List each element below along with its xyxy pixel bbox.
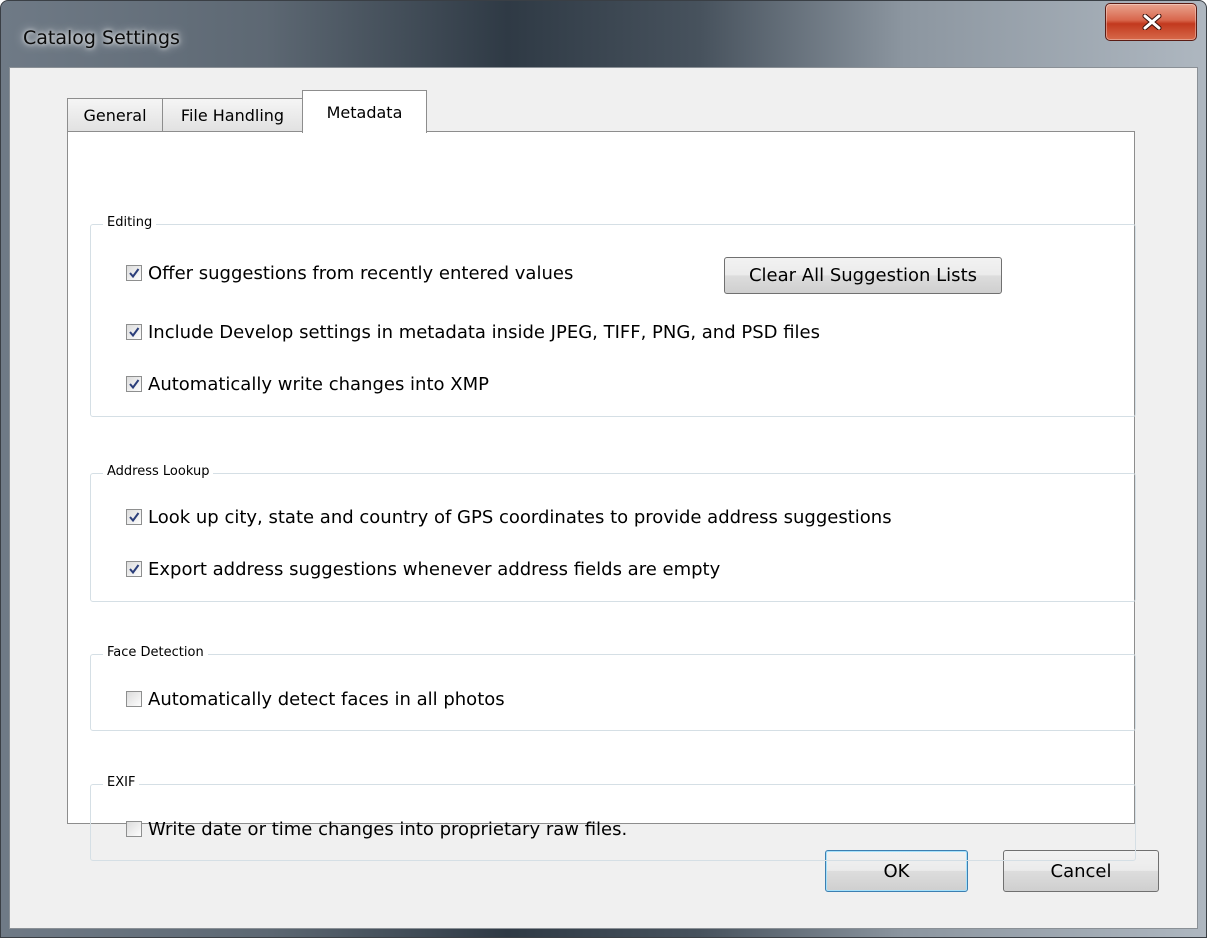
dialog-client-area: General File Handling Metadata Editing O… xyxy=(9,67,1198,929)
look-up-city-label: Look up city, state and country of GPS c… xyxy=(148,506,892,528)
window-title: Catalog Settings xyxy=(23,27,180,49)
export-address-checkbox-box[interactable] xyxy=(126,561,142,577)
address-lookup-group: Address Lookup Look up city, state and c… xyxy=(90,464,1136,602)
write-date-time-label: Write date or time changes into propriet… xyxy=(148,818,628,840)
tab-metadata-label: Metadata xyxy=(326,102,403,122)
cancel-button-label: Cancel xyxy=(1050,860,1112,882)
catalog-settings-window: Catalog Settings General File Handling M… xyxy=(0,0,1207,938)
look-up-city-checkbox-box[interactable] xyxy=(126,509,142,525)
checkmark-icon xyxy=(129,379,140,390)
exif-group-label: EXIF xyxy=(103,775,140,790)
exif-group: EXIF Write date or time changes into pro… xyxy=(90,775,1136,861)
tab-file-handling-label: File Handling xyxy=(180,106,285,125)
export-address-checkbox[interactable]: Export address suggestions whenever addr… xyxy=(126,558,720,580)
tab-general-label: General xyxy=(83,106,147,125)
auto-write-xmp-label: Automatically write changes into XMP xyxy=(148,373,489,395)
auto-detect-faces-label: Automatically detect faces in all photos xyxy=(148,688,505,710)
face-detection-group-label: Face Detection xyxy=(103,645,208,660)
offer-suggestions-checkbox[interactable]: Offer suggestions from recently entered … xyxy=(126,262,573,284)
offer-suggestions-checkbox-box[interactable] xyxy=(126,265,142,281)
tab-metadata[interactable]: Metadata xyxy=(302,90,427,133)
auto-write-xmp-checkbox[interactable]: Automatically write changes into XMP xyxy=(126,373,489,395)
checkmark-icon xyxy=(129,564,140,575)
auto-write-xmp-checkbox-box[interactable] xyxy=(126,376,142,392)
editing-group-label: Editing xyxy=(103,215,157,230)
face-detection-group: Face Detection Automatically detect face… xyxy=(90,645,1136,731)
checkmark-icon xyxy=(129,512,140,523)
checkmark-icon xyxy=(129,327,140,338)
title-bar[interactable]: Catalog Settings xyxy=(1,1,1206,67)
editing-group: Editing Offer suggestions from recently … xyxy=(90,215,1136,417)
metadata-tab-panel: Editing Offer suggestions from recently … xyxy=(67,131,1136,861)
include-develop-settings-label: Include Develop settings in metadata ins… xyxy=(148,321,821,343)
clear-all-suggestion-lists-label: Clear All Suggestion Lists xyxy=(748,265,977,286)
auto-detect-faces-checkbox-box[interactable] xyxy=(126,691,142,707)
write-date-time-checkbox[interactable]: Write date or time changes into propriet… xyxy=(126,818,627,840)
tab-general[interactable]: General xyxy=(67,98,163,132)
look-up-city-checkbox[interactable]: Look up city, state and country of GPS c… xyxy=(126,506,892,528)
offer-suggestions-label: Offer suggestions from recently entered … xyxy=(148,262,574,284)
include-develop-settings-checkbox-box[interactable] xyxy=(126,324,142,340)
tab-file-handling[interactable]: File Handling xyxy=(162,98,303,132)
export-address-label: Export address suggestions whenever addr… xyxy=(148,558,721,580)
close-button[interactable] xyxy=(1105,3,1197,41)
clear-all-suggestion-lists-button[interactable]: Clear All Suggestion Lists xyxy=(724,257,1002,294)
include-develop-settings-checkbox[interactable]: Include Develop settings in metadata ins… xyxy=(126,321,820,343)
auto-detect-faces-checkbox[interactable]: Automatically detect faces in all photos xyxy=(126,688,505,710)
ok-button-label: OK xyxy=(883,860,910,882)
address-lookup-group-label: Address Lookup xyxy=(103,464,214,479)
checkmark-icon xyxy=(129,268,140,279)
write-date-time-checkbox-box[interactable] xyxy=(126,821,142,837)
